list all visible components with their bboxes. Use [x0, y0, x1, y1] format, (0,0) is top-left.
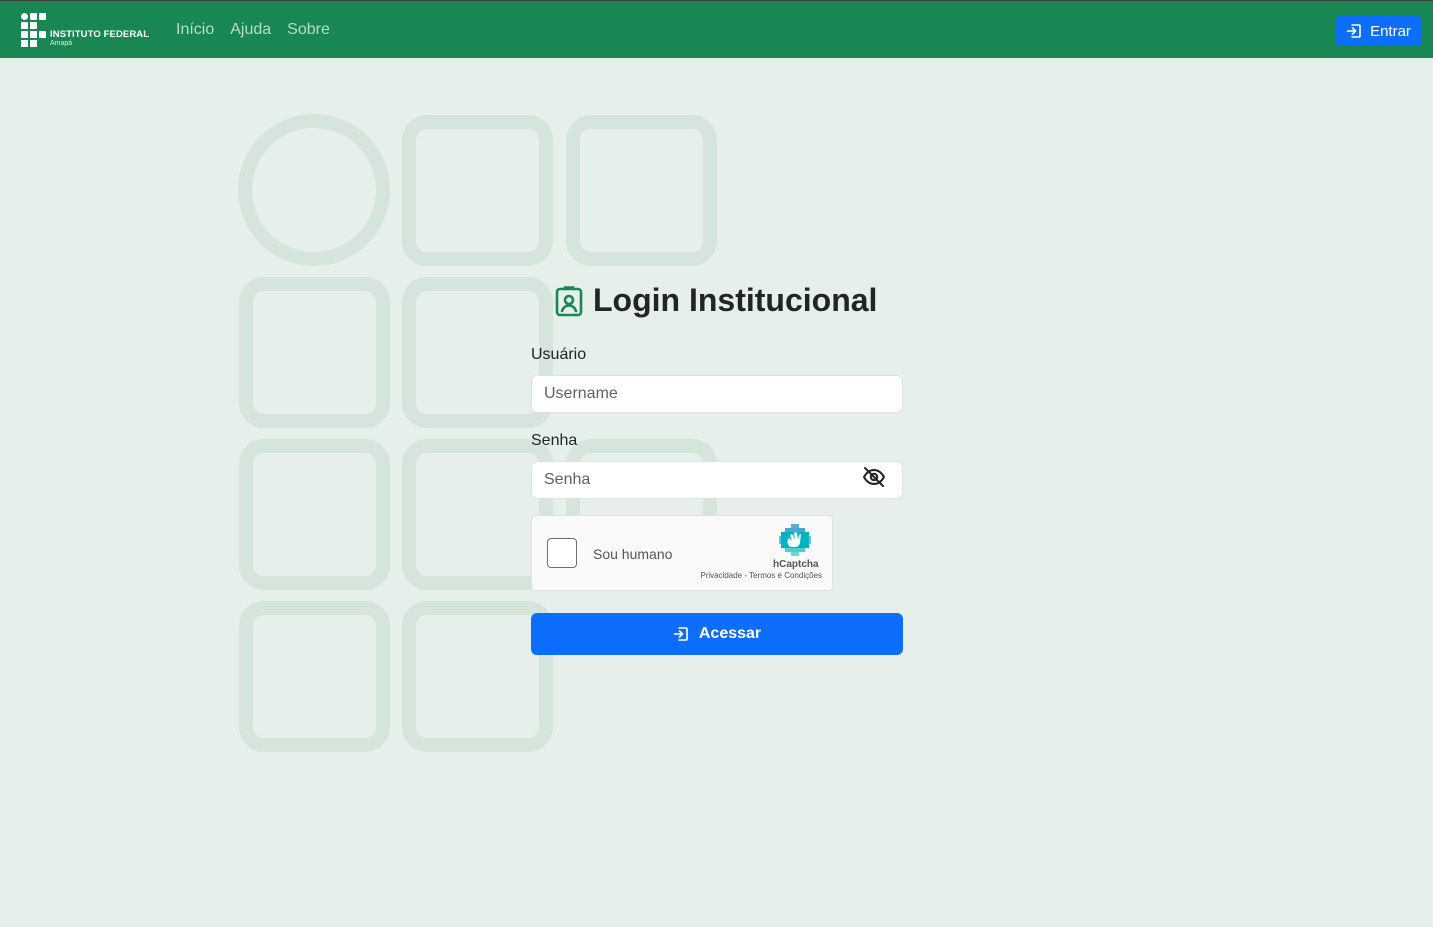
- entrar-label: Entrar: [1370, 22, 1411, 40]
- nav-link-ajuda[interactable]: Ajuda: [230, 21, 271, 39]
- entrar-button[interactable]: Entrar: [1336, 16, 1421, 46]
- acessar-label: Acessar: [698, 625, 762, 642]
- login-icon: [673, 627, 688, 641]
- brand-subtitle: Amapá: [50, 40, 73, 47]
- eye-slash-icon[interactable]: [862, 466, 886, 488]
- captcha-brand: hCaptcha: [773, 559, 819, 570]
- login-icon: [1346, 24, 1361, 38]
- nav-link-inicio[interactable]: Início: [176, 21, 214, 39]
- brand-title: INSTITUTO FEDERAL: [50, 29, 150, 40]
- captcha-links[interactable]: Privacidade - Termos e Condições: [700, 571, 822, 580]
- hcaptcha-widget: Sou humano hCaptcha Privacidade - Termos…: [531, 515, 833, 591]
- top-navbar: INSTITUTO FEDERAL Amapá Início Ajuda Sob…: [0, 0, 1433, 58]
- institute-logo[interactable]: INSTITUTO FEDERAL Amapá: [21, 13, 161, 49]
- hcaptcha-logo-icon: [779, 524, 811, 556]
- captcha-label: Sou humano: [593, 546, 673, 562]
- password-input[interactable]: [531, 461, 903, 499]
- page-title: Login Institucional: [593, 282, 878, 318]
- username-label: Usuário: [531, 346, 587, 363]
- password-label: Senha: [531, 432, 578, 449]
- username-input[interactable]: [531, 375, 903, 413]
- nav-link-sobre[interactable]: Sobre: [287, 21, 330, 39]
- badge-icon: [555, 285, 583, 316]
- captcha-checkbox[interactable]: [547, 538, 577, 568]
- login-heading: Login Institucional: [555, 282, 877, 319]
- nav-links: Início Ajuda Sobre: [176, 21, 330, 39]
- logo-icon: [21, 13, 47, 47]
- acessar-button[interactable]: Acessar: [531, 613, 903, 655]
